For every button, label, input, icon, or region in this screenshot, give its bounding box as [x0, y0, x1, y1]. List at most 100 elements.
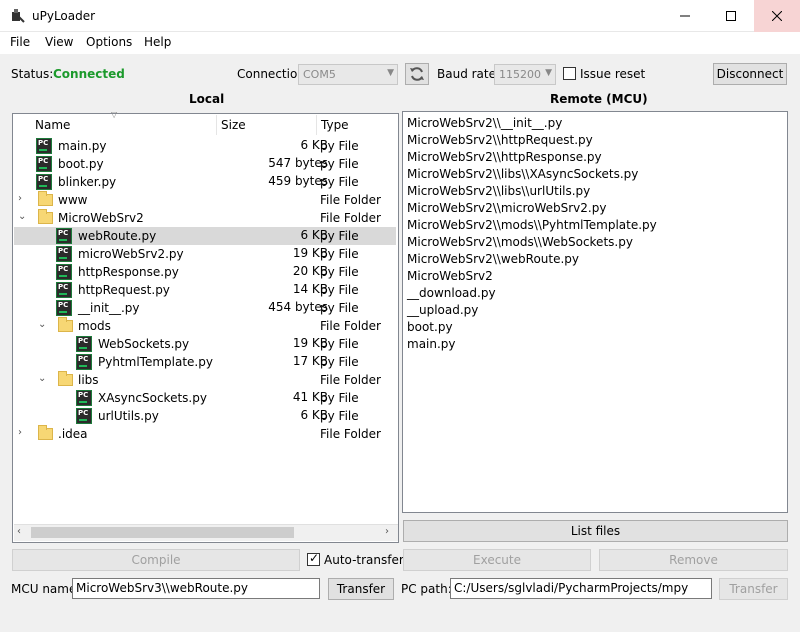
column-header-size[interactable]: Size [221, 118, 246, 132]
python-file-icon: PC [56, 246, 72, 262]
tree-item-size: 6 KB [300, 138, 328, 152]
menu-file[interactable]: File [10, 35, 30, 49]
tree-row[interactable]: › www File Folder [14, 191, 396, 209]
tree-item-name: www [58, 193, 88, 207]
remove-button[interactable]: Remove [599, 549, 788, 571]
tree-item-type: py File [320, 409, 359, 423]
execute-button[interactable]: Execute [403, 549, 591, 571]
menu-options[interactable]: Options [86, 35, 132, 49]
list-item[interactable]: __upload.py [407, 303, 478, 317]
column-header-type[interactable]: Type [321, 118, 349, 132]
folder-icon [38, 425, 53, 440]
refresh-button[interactable] [405, 63, 429, 85]
baud-rate-label: Baud rate: [437, 67, 501, 81]
tree-item-type: py File [320, 337, 359, 351]
tree-row[interactable]: PC main.py 6 KB py File [14, 137, 396, 155]
list-item[interactable]: MicroWebSrv2\\httpRequest.py [407, 133, 593, 147]
tree-row[interactable]: PC XAsyncSockets.py 41 KB py File [14, 389, 396, 407]
mcu-name-field[interactable]: MicroWebSrv3\\webRoute.py [72, 578, 320, 599]
tree-row[interactable]: ⌄ libs File Folder [14, 371, 396, 389]
scroll-right-icon[interactable]: › [385, 526, 389, 537]
column-header-name[interactable]: Name [35, 118, 70, 132]
list-item[interactable]: MicroWebSrv2\\__init__.py [407, 116, 562, 130]
python-file-icon: PC [76, 336, 92, 352]
tree-item-type: py File [320, 283, 359, 297]
tree-row[interactable]: ⌄ MicroWebSrv2 File Folder [14, 209, 396, 227]
connection-select[interactable]: COM5 ▼ [298, 64, 398, 85]
python-file-icon: PC [36, 174, 52, 190]
remote-panel-title: Remote (MCU) [550, 92, 648, 106]
tree-item-name: blinker.py [58, 175, 117, 189]
chevron-down-icon[interactable]: ⌄ [18, 211, 26, 222]
tree-row[interactable]: PC boot.py 547 bytes py File [14, 155, 396, 173]
tree-item-type: File Folder [320, 373, 381, 387]
tree-item-type: File Folder [320, 319, 381, 333]
tree-row[interactable]: PC WebSockets.py 19 KB py File [14, 335, 396, 353]
menu-view[interactable]: View [45, 35, 73, 49]
minimize-button[interactable] [662, 0, 708, 32]
minimize-icon [680, 15, 690, 17]
scroll-left-icon[interactable]: ‹ [17, 526, 21, 537]
list-item[interactable]: MicroWebSrv2\\microWebSrv2.py [407, 201, 606, 215]
tree-row[interactable]: ⌄ mods File Folder [14, 317, 396, 335]
column-divider [216, 115, 217, 135]
list-item[interactable]: MicroWebSrv2\\libs\\urlUtils.py [407, 184, 590, 198]
pc-path-field[interactable]: C:/Users/sglvladi/PycharmProjects/mpy [450, 578, 712, 599]
issue-reset-label: Issue reset [580, 67, 646, 81]
tree-row[interactable]: PC PyhtmlTemplate.py 17 KB py File [14, 353, 396, 371]
scrollbar-thumb[interactable] [31, 527, 294, 538]
compile-button[interactable]: Compile [12, 549, 300, 571]
tree-row[interactable]: PC httpResponse.py 20 KB py File [14, 263, 396, 281]
close-icon [772, 11, 782, 21]
chevron-right-icon[interactable]: › [18, 427, 22, 438]
tree-row[interactable]: PC blinker.py 459 bytes py File [14, 173, 396, 191]
list-item[interactable]: MicroWebSrv2\\webRoute.py [407, 252, 579, 266]
tree-item-name: XAsyncSockets.py [98, 391, 207, 405]
connection-label: Connection [237, 67, 305, 81]
tree-item-size: 41 KB [292, 390, 328, 404]
status-value: Connected [53, 67, 125, 81]
transfer-button[interactable]: Transfer [328, 578, 394, 600]
tree-item-name: WebSockets.py [98, 337, 190, 351]
tree-row-selected[interactable]: PC webRoute.py 6 KB py File [14, 227, 396, 245]
maximize-button[interactable] [708, 0, 754, 32]
tree-item-name: MicroWebSrv2 [58, 211, 144, 225]
chevron-right-icon[interactable]: › [18, 193, 22, 204]
tree-item-type: py File [320, 391, 359, 405]
close-button[interactable] [754, 0, 800, 32]
tree-row[interactable]: PC httpRequest.py 14 KB py File [14, 281, 396, 299]
list-files-button[interactable]: List files [403, 520, 788, 542]
list-item[interactable]: MicroWebSrv2\\mods\\PyhtmlTemplate.py [407, 218, 657, 232]
folder-icon [38, 191, 53, 206]
list-item[interactable]: main.py [407, 337, 456, 351]
issue-reset-checkbox[interactable] [563, 67, 576, 80]
list-item[interactable]: MicroWebSrv2\\mods\\WebSockets.py [407, 235, 633, 249]
tree-item-type: py File [320, 355, 359, 369]
auto-transfer-checkbox[interactable] [307, 551, 320, 566]
tree-item-type: py File [320, 229, 359, 243]
menu-help[interactable]: Help [144, 35, 171, 49]
tree-row[interactable]: › .idea File Folder [14, 425, 396, 443]
tree-item-type: File Folder [320, 193, 381, 207]
tree-item-type: py File [320, 247, 359, 261]
baud-rate-select[interactable]: 115200 ▼ [494, 64, 556, 85]
chevron-down-icon[interactable]: ⌄ [38, 373, 46, 384]
python-file-icon: PC [56, 300, 72, 316]
list-item[interactable]: MicroWebSrv2 [407, 269, 493, 283]
disconnect-button[interactable]: Disconnect [713, 63, 787, 85]
tree-item-size: 17 KB [292, 354, 328, 368]
list-item[interactable]: boot.py [407, 320, 453, 334]
connection-value: COM5 [303, 68, 336, 81]
chevron-down-icon[interactable]: ⌄ [38, 319, 46, 330]
list-item[interactable]: MicroWebSrv2\\httpResponse.py [407, 150, 602, 164]
tree-item-name: .idea [58, 427, 88, 441]
tree-item-type: py File [320, 139, 359, 153]
list-item[interactable]: MicroWebSrv2\\libs\\XAsyncSockets.py [407, 167, 638, 181]
list-item[interactable]: __download.py [407, 286, 496, 300]
tree-item-size: 6 KB [300, 228, 328, 242]
transfer-to-pc-button[interactable]: Transfer [719, 578, 788, 600]
tree-row[interactable]: PC microWebSrv2.py 19 KB py File [14, 245, 396, 263]
tree-row[interactable]: PC urlUtils.py 6 KB py File [14, 407, 396, 425]
python-file-icon: PC [56, 264, 72, 280]
tree-row[interactable]: PC __init__.py 454 bytes py File [14, 299, 396, 317]
